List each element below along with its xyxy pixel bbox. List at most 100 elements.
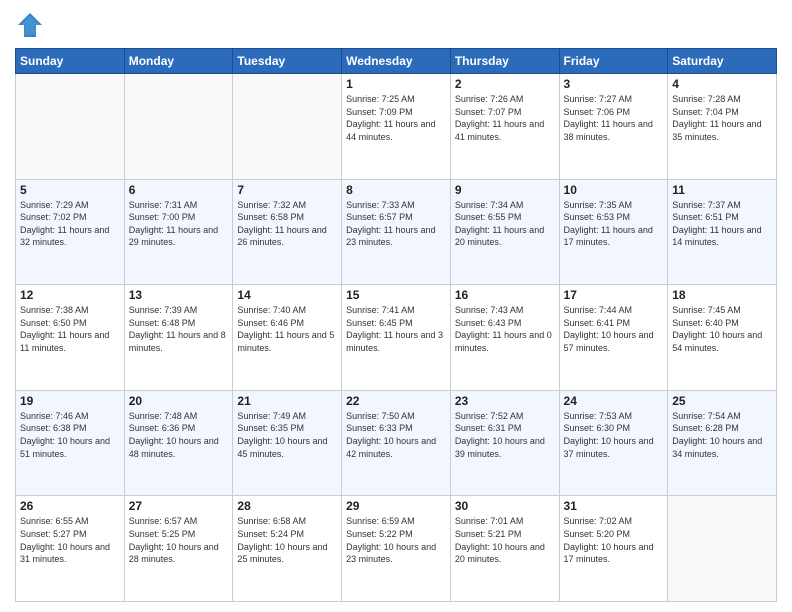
day-number: 16 <box>455 288 555 302</box>
day-info: Sunrise: 7:38 AMSunset: 6:50 PMDaylight:… <box>20 304 120 354</box>
day-number: 7 <box>237 183 337 197</box>
calendar-week-row: 1Sunrise: 7:25 AMSunset: 7:09 PMDaylight… <box>16 74 777 180</box>
day-number: 14 <box>237 288 337 302</box>
day-info: Sunrise: 7:33 AMSunset: 6:57 PMDaylight:… <box>346 199 446 249</box>
calendar-week-row: 12Sunrise: 7:38 AMSunset: 6:50 PMDayligh… <box>16 285 777 391</box>
calendar-cell: 30 Sunrise: 7:01 AMSunset: 5:21 PMDayligh… <box>450 496 559 602</box>
calendar-week-row: 5Sunrise: 7:29 AMSunset: 7:02 PMDaylight… <box>16 179 777 285</box>
day-info: Sunrise: 7:39 AMSunset: 6:48 PMDaylight:… <box>129 304 229 354</box>
day-info: Sunrise: 7:45 AMSunset: 6:40 PMDaylight:… <box>672 304 772 354</box>
calendar-cell <box>233 74 342 180</box>
calendar-cell: 25 Sunrise: 7:54 AMSunset: 6:28 PMDayligh… <box>668 390 777 496</box>
day-info: Sunrise: 7:35 AMSunset: 6:53 PMDaylight:… <box>564 199 664 249</box>
day-number: 10 <box>564 183 664 197</box>
calendar-cell: 6 Sunrise: 7:31 AMSunset: 7:00 PMDaylight… <box>124 179 233 285</box>
calendar-cell: 3 Sunrise: 7:27 AMSunset: 7:06 PMDaylight… <box>559 74 668 180</box>
day-number: 30 <box>455 499 555 513</box>
day-info: Sunrise: 7:01 AMSunset: 5:21 PMDaylight:… <box>455 515 555 565</box>
day-info: Sunrise: 7:27 AMSunset: 7:06 PMDaylight:… <box>564 93 664 143</box>
calendar-cell: 26Sunrise: 6:55 AMSunset: 5:27 PMDayligh… <box>16 496 125 602</box>
day-info: Sunrise: 7:43 AMSunset: 6:43 PMDaylight:… <box>455 304 555 354</box>
calendar-cell: 31Sunrise: 7:02 AMSunset: 5:20 PMDayligh… <box>559 496 668 602</box>
day-info: Sunrise: 7:52 AMSunset: 6:31 PMDaylight:… <box>455 410 555 460</box>
calendar-cell: 7 Sunrise: 7:32 AMSunset: 6:58 PMDaylight… <box>233 179 342 285</box>
header <box>15 10 777 40</box>
calendar-cell: 4Sunrise: 7:28 AMSunset: 7:04 PMDaylight… <box>668 74 777 180</box>
day-info: Sunrise: 6:57 AMSunset: 5:25 PMDaylight:… <box>129 515 229 565</box>
page: SundayMondayTuesdayWednesdayThursdayFrid… <box>0 0 792 612</box>
day-number: 2 <box>455 77 555 91</box>
weekday-header-thursday: Thursday <box>450 49 559 74</box>
calendar-cell: 9 Sunrise: 7:34 AMSunset: 6:55 PMDaylight… <box>450 179 559 285</box>
calendar-cell: 17 Sunrise: 7:44 AMSunset: 6:41 PMDayligh… <box>559 285 668 391</box>
calendar-cell: 23 Sunrise: 7:52 AMSunset: 6:31 PMDayligh… <box>450 390 559 496</box>
calendar-cell: 11 Sunrise: 7:37 AMSunset: 6:51 PMDayligh… <box>668 179 777 285</box>
day-number: 19 <box>20 394 120 408</box>
calendar-cell: 5Sunrise: 7:29 AMSunset: 7:02 PMDaylight… <box>16 179 125 285</box>
day-info: Sunrise: 7:34 AMSunset: 6:55 PMDaylight:… <box>455 199 555 249</box>
day-number: 5 <box>20 183 120 197</box>
calendar-week-row: 19 Sunrise: 7:46 AMSunset: 6:38 PMDayligh… <box>16 390 777 496</box>
weekday-header-row: SundayMondayTuesdayWednesdayThursdayFrid… <box>16 49 777 74</box>
day-number: 11 <box>672 183 772 197</box>
day-number: 29 <box>346 499 446 513</box>
day-info: Sunrise: 7:41 AMSunset: 6:45 PMDaylight:… <box>346 304 446 354</box>
day-number: 28 <box>237 499 337 513</box>
weekday-header-tuesday: Tuesday <box>233 49 342 74</box>
calendar-week-row: 26Sunrise: 6:55 AMSunset: 5:27 PMDayligh… <box>16 496 777 602</box>
day-number: 18 <box>672 288 772 302</box>
calendar-cell: 12Sunrise: 7:38 AMSunset: 6:50 PMDayligh… <box>16 285 125 391</box>
calendar-cell <box>124 74 233 180</box>
calendar-cell: 8Sunrise: 7:33 AMSunset: 6:57 PMDaylight… <box>342 179 451 285</box>
day-info: Sunrise: 7:48 AMSunset: 6:36 PMDaylight:… <box>129 410 229 460</box>
calendar-cell: 22Sunrise: 7:50 AMSunset: 6:33 PMDayligh… <box>342 390 451 496</box>
calendar-cell: 10 Sunrise: 7:35 AMSunset: 6:53 PMDayligh… <box>559 179 668 285</box>
day-info: Sunrise: 7:46 AMSunset: 6:38 PMDaylight:… <box>20 410 120 460</box>
day-number: 15 <box>346 288 446 302</box>
day-number: 6 <box>129 183 229 197</box>
day-info: Sunrise: 6:59 AMSunset: 5:22 PMDaylight:… <box>346 515 446 565</box>
day-info: Sunrise: 7:44 AMSunset: 6:41 PMDaylight:… <box>564 304 664 354</box>
day-number: 13 <box>129 288 229 302</box>
day-number: 17 <box>564 288 664 302</box>
day-info: Sunrise: 7:37 AMSunset: 6:51 PMDaylight:… <box>672 199 772 249</box>
day-number: 1 <box>346 77 446 91</box>
day-info: Sunrise: 7:54 AMSunset: 6:28 PMDaylight:… <box>672 410 772 460</box>
day-info: Sunrise: 7:26 AMSunset: 7:07 PMDaylight:… <box>455 93 555 143</box>
weekday-header-saturday: Saturday <box>668 49 777 74</box>
logo-icon <box>15 10 45 40</box>
calendar-cell: 19 Sunrise: 7:46 AMSunset: 6:38 PMDayligh… <box>16 390 125 496</box>
calendar-cell <box>668 496 777 602</box>
day-number: 27 <box>129 499 229 513</box>
day-info: Sunrise: 7:31 AMSunset: 7:00 PMDaylight:… <box>129 199 229 249</box>
calendar-cell <box>16 74 125 180</box>
weekday-header-monday: Monday <box>124 49 233 74</box>
logo <box>15 10 49 40</box>
weekday-header-wednesday: Wednesday <box>342 49 451 74</box>
day-info: Sunrise: 7:49 AMSunset: 6:35 PMDaylight:… <box>237 410 337 460</box>
day-info: Sunrise: 7:53 AMSunset: 6:30 PMDaylight:… <box>564 410 664 460</box>
day-number: 23 <box>455 394 555 408</box>
day-info: Sunrise: 7:50 AMSunset: 6:33 PMDaylight:… <box>346 410 446 460</box>
weekday-header-sunday: Sunday <box>16 49 125 74</box>
calendar-cell: 24 Sunrise: 7:53 AMSunset: 6:30 PMDayligh… <box>559 390 668 496</box>
day-number: 31 <box>564 499 664 513</box>
calendar-cell: 15 Sunrise: 7:41 AMSunset: 6:45 PMDayligh… <box>342 285 451 391</box>
day-info: Sunrise: 7:40 AMSunset: 6:46 PMDaylight:… <box>237 304 337 354</box>
day-number: 24 <box>564 394 664 408</box>
calendar-cell: 18 Sunrise: 7:45 AMSunset: 6:40 PMDayligh… <box>668 285 777 391</box>
day-info: Sunrise: 7:28 AMSunset: 7:04 PMDaylight:… <box>672 93 772 143</box>
calendar-cell: 2 Sunrise: 7:26 AMSunset: 7:07 PMDaylight… <box>450 74 559 180</box>
day-number: 9 <box>455 183 555 197</box>
day-info: Sunrise: 7:32 AMSunset: 6:58 PMDaylight:… <box>237 199 337 249</box>
calendar-cell: 27 Sunrise: 6:57 AMSunset: 5:25 PMDayligh… <box>124 496 233 602</box>
day-number: 26 <box>20 499 120 513</box>
calendar-cell: 1Sunrise: 7:25 AMSunset: 7:09 PMDaylight… <box>342 74 451 180</box>
day-number: 3 <box>564 77 664 91</box>
day-number: 25 <box>672 394 772 408</box>
day-number: 20 <box>129 394 229 408</box>
calendar-cell: 20 Sunrise: 7:48 AMSunset: 6:36 PMDayligh… <box>124 390 233 496</box>
calendar-cell: 28Sunrise: 6:58 AMSunset: 5:24 PMDayligh… <box>233 496 342 602</box>
calendar-cell: 13 Sunrise: 7:39 AMSunset: 6:48 PMDayligh… <box>124 285 233 391</box>
weekday-header-friday: Friday <box>559 49 668 74</box>
